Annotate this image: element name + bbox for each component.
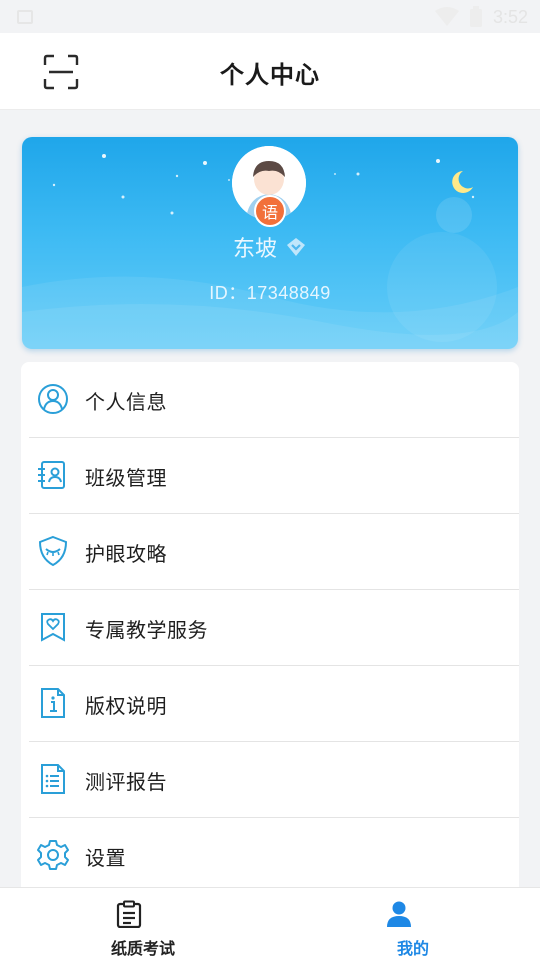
- menu-item-class-management[interactable]: 班级管理: [21, 438, 519, 514]
- menu-item-label: 护眼攻略: [85, 542, 167, 566]
- menu-item-label: 版权说明: [85, 694, 167, 718]
- menu-item-settings[interactable]: 设置: [21, 818, 519, 888]
- class-roster-icon: [38, 461, 65, 489]
- menu-item-label: 专属教学服务: [85, 618, 208, 642]
- bottom-nav: 纸质考试 我的: [0, 887, 540, 960]
- heart-bookmark-icon: [41, 613, 65, 642]
- tab-label: 纸质考试: [110, 939, 175, 958]
- gear-icon: [37, 840, 69, 870]
- menu-item-copyright[interactable]: 版权说明: [21, 666, 519, 742]
- clipboard-icon: [116, 900, 142, 928]
- battery-icon: [469, 6, 482, 27]
- user-name-row: 东坡: [22, 231, 518, 263]
- menu-item-label: 班级管理: [85, 466, 167, 490]
- status-bar: 3:52: [0, 0, 540, 33]
- menu-item-eye-care[interactable]: 护眼攻略: [21, 514, 519, 590]
- menu-item-label: 个人信息: [85, 390, 167, 414]
- report-document-icon: [41, 764, 65, 794]
- page-title: 个人中心: [220, 61, 320, 89]
- verified-diamond-icon: [287, 238, 305, 256]
- user-id: ID：17348849: [209, 283, 331, 303]
- menu-item-label: 测评报告: [85, 770, 167, 794]
- info-document-icon: [41, 688, 65, 718]
- user-circle-icon: [38, 384, 68, 414]
- profile-card[interactable]: 语 东坡 ID：17348849: [22, 137, 518, 349]
- menu-item-personal-info[interactable]: 个人信息: [21, 362, 519, 438]
- user-name: 东坡: [232, 237, 277, 262]
- menu-item-label: 设置: [85, 846, 126, 870]
- menu-item-teaching-service[interactable]: 专属教学服务: [21, 590, 519, 666]
- menu-list: 个人信息 班级管理 护眼攻略 专属教学服务 版权说明 测评报告 设置: [21, 362, 519, 888]
- tab-mine[interactable]: 我的: [328, 888, 498, 960]
- person-icon: [387, 901, 411, 927]
- image-notification-icon: [17, 10, 33, 24]
- tab-paper-exam[interactable]: 纸质考试: [58, 888, 228, 960]
- app-header: 个人中心: [0, 33, 540, 110]
- menu-item-assessment-report[interactable]: 测评报告: [21, 742, 519, 818]
- wifi-icon: [434, 7, 459, 26]
- tab-label: 我的: [396, 939, 429, 958]
- status-time: 3:52: [492, 6, 528, 27]
- subject-badge: 语: [254, 195, 286, 227]
- eye-shield-icon: [38, 535, 68, 567]
